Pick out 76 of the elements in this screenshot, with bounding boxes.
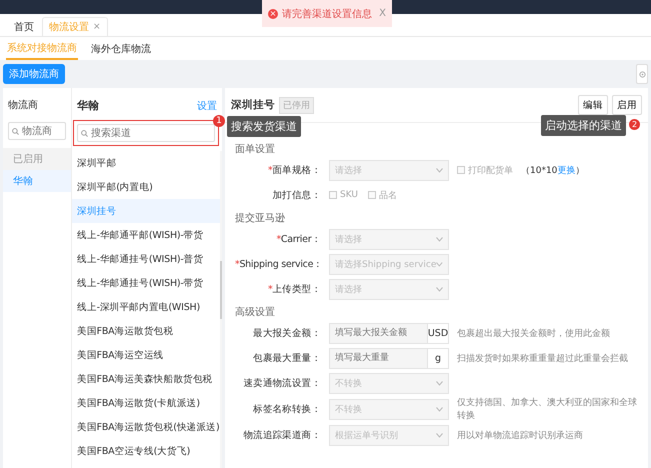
field-label: 物流追踪渠道商： xyxy=(242,428,321,442)
search-icon xyxy=(81,130,88,137)
channel-item[interactable]: 线上-华邮通挂号(WISH)-普货 xyxy=(72,247,220,271)
checkbox-label: 品名 xyxy=(378,190,397,202)
channel-title: 深圳挂号 xyxy=(231,98,275,112)
chevron-down-icon xyxy=(436,432,443,438)
field-label: 包裹最大重量： xyxy=(252,352,321,364)
search-icon xyxy=(12,128,19,135)
section-title: 高级设置 xyxy=(235,306,276,320)
toast-message: 请完善渠道设置信息 xyxy=(282,8,373,20)
chevron-down-icon xyxy=(436,286,443,292)
sub-tab[interactable]: 系统对接物流商 xyxy=(6,37,78,60)
chevron-down-icon xyxy=(436,406,443,412)
field-label: *Shipping service： xyxy=(235,258,321,270)
field-label: *Carrier： xyxy=(275,232,321,246)
hint-text: 仅支持德国、加拿大、澳大利亚的国家和全球转换 xyxy=(457,396,638,422)
channel-item[interactable]: 美国FBA海运空运线 xyxy=(72,343,220,367)
unit-label: USD xyxy=(427,322,449,344)
panel-title: 华翰 xyxy=(77,98,99,113)
panel-title: 物流商 xyxy=(7,98,39,113)
hint-text: 包裹超出最大报关金额时，使用此金额 xyxy=(457,328,611,340)
channel-item[interactable]: 线上-华邮通平邮(WISH)-带货 xyxy=(72,223,220,247)
page-tab[interactable]: 物流设置 × xyxy=(42,17,108,36)
channel-item[interactable]: 美国FBA海运美森快船散货包税 xyxy=(72,367,220,391)
input-field[interactable]: 填写最大报关金额 xyxy=(329,322,427,344)
checkbox[interactable] xyxy=(329,191,337,199)
field-label: 最大报关金额： xyxy=(252,326,321,340)
chevron-down-icon xyxy=(436,236,443,242)
channel-item[interactable]: 深圳平邮(内置电) xyxy=(72,175,220,199)
size-note: ） xyxy=(575,166,584,176)
tooltip: 启动选择的渠道 xyxy=(541,115,626,136)
hint-text: 扫描发货时如果称重重量超过此重量会拦截 xyxy=(457,352,629,364)
action-button[interactable]: 编辑 xyxy=(578,95,608,115)
sub-tab[interactable]: 海外仓库物流 xyxy=(90,37,152,60)
vendor-item[interactable]: 华翰 xyxy=(3,170,71,192)
channel-item[interactable]: 美国FBA海运散货(卡航派送) xyxy=(72,391,220,415)
section-title: 面单设置 xyxy=(235,142,276,156)
close-button[interactable]: X xyxy=(379,8,386,19)
add-vendor-button[interactable]: 添加物流商 xyxy=(3,64,65,84)
page-tab[interactable]: 首页 xyxy=(8,17,40,36)
settings-icon xyxy=(638,70,646,78)
channel-item[interactable]: 深圳挂号 xyxy=(72,199,220,223)
chevron-down-icon xyxy=(436,168,443,172)
channel-item[interactable]: 美国FBA空运专线(大货飞) xyxy=(72,439,220,463)
step-badge: 1 xyxy=(213,115,225,127)
field-label: 加打信息： xyxy=(271,188,321,202)
unit-label: g xyxy=(427,348,449,368)
channel-item[interactable]: 深圳平邮 xyxy=(72,151,220,175)
channel-item[interactable]: 美国FBA海运散货包税(快递派送) xyxy=(72,415,220,439)
hint-text: 用以对单物流追踪时识别承运商 xyxy=(457,430,584,442)
settings-button[interactable] xyxy=(636,64,648,84)
group-header[interactable]: 已启用 xyxy=(3,148,71,170)
search-field[interactable]: 搜索渠道 xyxy=(77,124,215,142)
channel-item[interactable]: 线上-深圳平邮内置电(WISH) xyxy=(72,295,220,319)
error-icon: × xyxy=(268,8,278,18)
tooltip: 搜索发货渠道 xyxy=(227,116,301,137)
field-label: *上传类型： xyxy=(267,282,321,296)
input-field[interactable]: 填写最大重量 xyxy=(329,348,427,368)
chevron-down-icon xyxy=(436,380,443,386)
status-tag: 已停用 xyxy=(279,96,314,114)
checkbox-label: 打印配货单 xyxy=(468,164,513,176)
section-title: 提交亚马逊 xyxy=(235,212,286,226)
search-field[interactable]: 物流商 xyxy=(8,122,66,140)
checkbox[interactable] xyxy=(368,191,376,199)
checkbox-label: SKU xyxy=(340,190,358,200)
field-label: *面单规格： xyxy=(267,164,321,176)
close-tab-button[interactable]: × xyxy=(93,22,101,32)
size-note: （10*10 xyxy=(521,166,558,176)
step-badge: 2 xyxy=(629,119,640,130)
channel-item[interactable]: 美国FBA海运散货包税 xyxy=(72,319,220,343)
action-button[interactable]: 启用 xyxy=(612,95,642,115)
field-label: 标签名称转换： xyxy=(252,402,321,416)
chevron-down-icon xyxy=(436,262,443,266)
settings-link[interactable]: 设置 xyxy=(197,98,217,112)
channel-item[interactable]: 线上-华邮通挂号(WISH)-带货 xyxy=(72,271,220,295)
field-label: 速卖通物流设置： xyxy=(242,376,321,390)
